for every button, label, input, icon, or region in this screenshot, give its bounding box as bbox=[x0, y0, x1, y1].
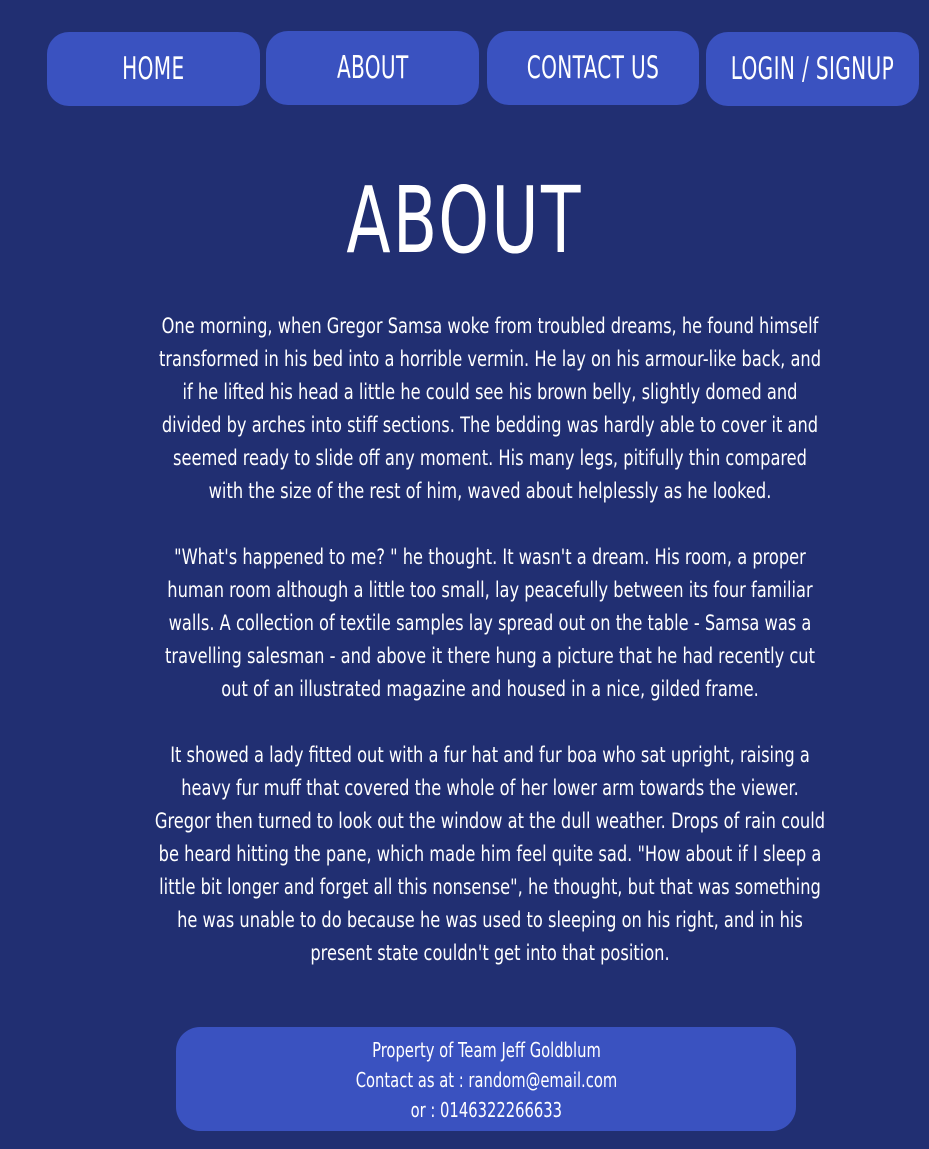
about-paragraph-2: "What's happened to me? " he thought. It… bbox=[165, 545, 815, 701]
about-paragraph-1: One morning, when Gregor Samsa woke from… bbox=[158, 314, 822, 503]
footer-email-text: Contact as at : random@email.com bbox=[355, 1068, 617, 1092]
nav-about-label: ABOUT bbox=[336, 50, 409, 86]
about-paragraph-3: It showed a lady fitted out with a fur h… bbox=[154, 743, 826, 965]
nav-login-signup-button[interactable]: LOGIN / SIGNUP bbox=[706, 32, 919, 106]
footer-line-property: Property of Team Jeff Goldblum bbox=[176, 1035, 796, 1065]
about-content: One morning, when Gregor Samsa woke from… bbox=[140, 310, 840, 1003]
footer-phone-text: or : 0146322266633 bbox=[410, 1098, 562, 1122]
footer-line-email: Contact as at : random@email.com bbox=[176, 1065, 796, 1095]
nav-home-button[interactable]: HOME bbox=[47, 32, 260, 106]
top-navigation: HOME ABOUT CONTACT US LOGIN / SIGNUP bbox=[0, 31, 929, 107]
nav-about-button[interactable]: ABOUT bbox=[266, 31, 479, 105]
nav-login-signup-label: LOGIN / SIGNUP bbox=[730, 51, 895, 87]
nav-contact-label: CONTACT US bbox=[526, 50, 660, 86]
footer: Property of Team Jeff Goldblum Contact a… bbox=[176, 1027, 796, 1131]
footer-property-text: Property of Team Jeff Goldblum bbox=[371, 1038, 601, 1062]
nav-contact-button[interactable]: CONTACT US bbox=[487, 31, 699, 105]
nav-home-label: HOME bbox=[122, 51, 185, 87]
footer-line-phone: or : 0146322266633 bbox=[176, 1095, 796, 1125]
page-title: ABOUT bbox=[0, 166, 929, 276]
page-title-text: ABOUT bbox=[346, 167, 583, 274]
